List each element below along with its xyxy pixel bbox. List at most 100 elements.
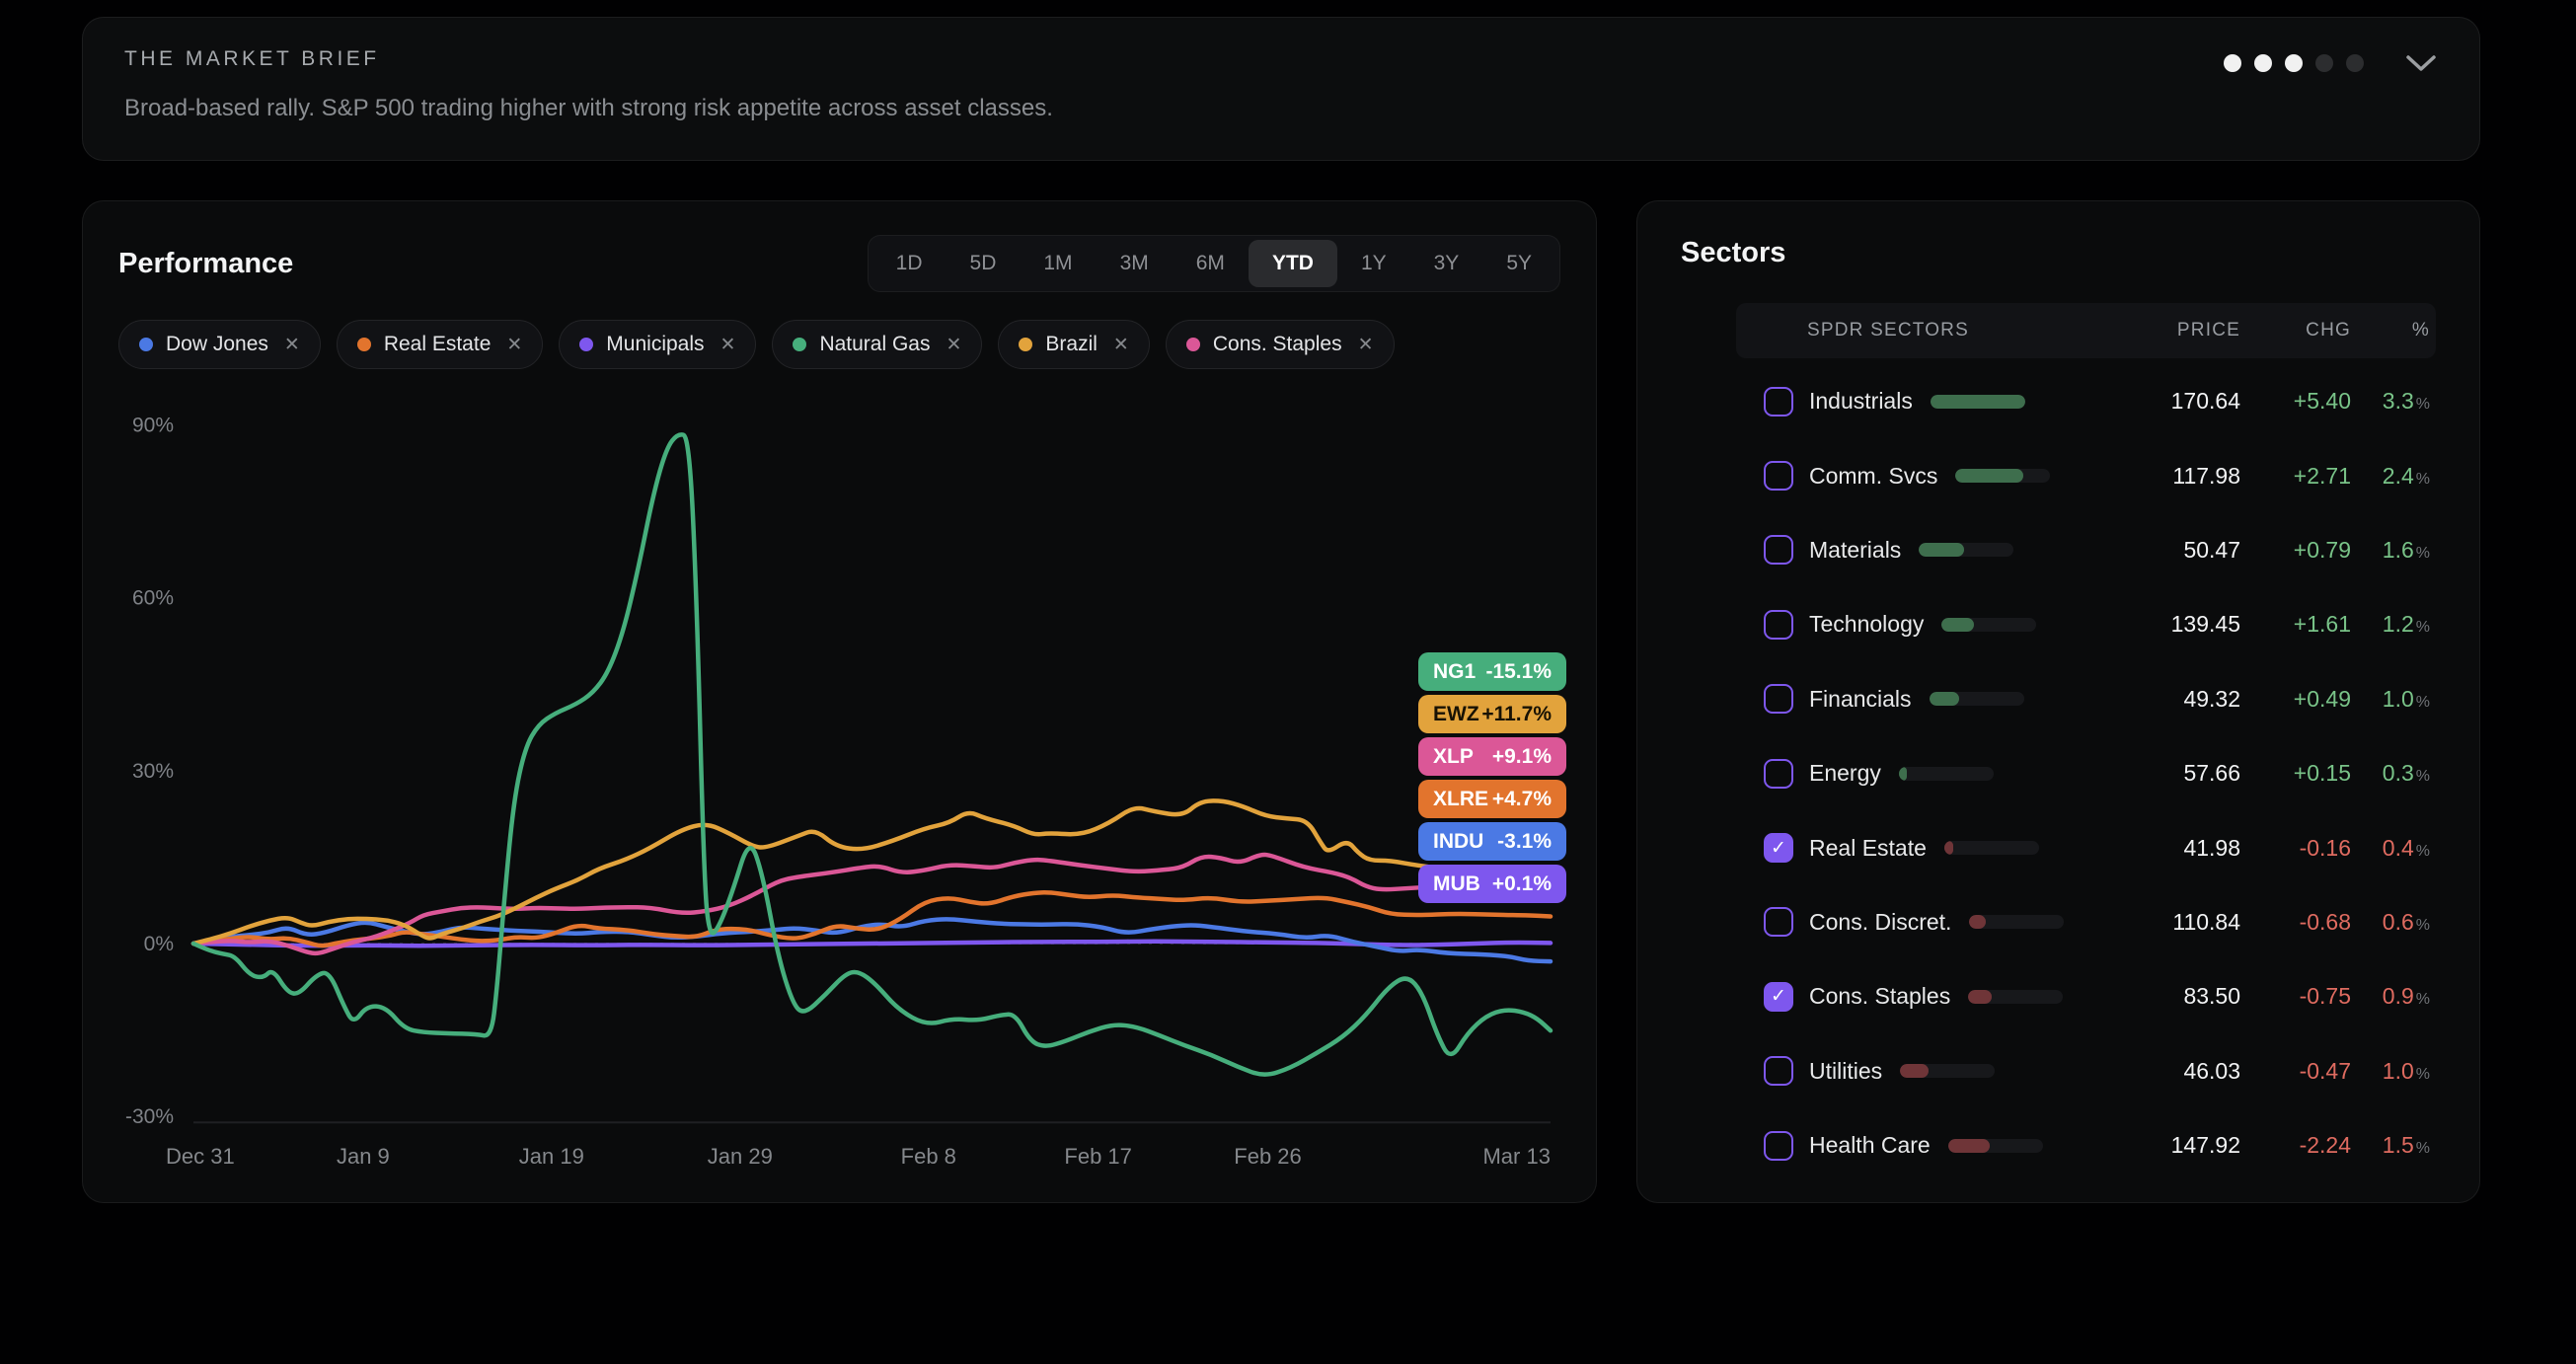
badge-value: +11.7% xyxy=(1481,703,1552,726)
close-icon[interactable]: ✕ xyxy=(506,334,522,356)
sector-price: 50.47 xyxy=(2134,537,2240,564)
tab-range-3m[interactable]: 3M xyxy=(1097,240,1173,287)
pager-dot[interactable] xyxy=(2285,54,2303,72)
series-line-xlre xyxy=(193,892,1551,946)
y-axis-tick: 90% xyxy=(132,414,174,436)
badge-ticker: EWZ xyxy=(1433,703,1479,726)
sector-change: -0.68 xyxy=(2240,909,2351,936)
chip-label: Real Estate xyxy=(384,333,492,356)
tab-range-3y[interactable]: 3Y xyxy=(1410,240,1483,287)
chip-natural-gas[interactable]: Natural Gas ✕ xyxy=(772,320,982,369)
sector-change: +0.79 xyxy=(2240,537,2351,564)
tab-range-5d[interactable]: 5D xyxy=(947,240,1021,287)
brief-subtitle: Broad-based rally. S&P 500 trading highe… xyxy=(124,95,1053,122)
sector-change: +5.40 xyxy=(2240,388,2351,415)
sector-checkbox[interactable] xyxy=(1764,759,1793,789)
x-axis-tick: Feb 17 xyxy=(1064,1144,1132,1169)
legend-badge-ng1[interactable]: NG1-15.1% xyxy=(1418,652,1566,691)
chevron-down-icon[interactable] xyxy=(2404,53,2438,73)
legend-badge-xlre[interactable]: XLRE+4.7% xyxy=(1418,780,1566,818)
sector-percent: 0.4% xyxy=(2351,835,2430,862)
sector-change: -0.16 xyxy=(2240,835,2351,862)
sectors-title: Sectors xyxy=(1681,237,2436,269)
sector-checkbox[interactable] xyxy=(1764,461,1793,491)
chip-dow-jones[interactable]: Dow Jones✕ xyxy=(118,320,321,369)
sector-price: 83.50 xyxy=(2134,983,2240,1010)
tab-range-1d[interactable]: 1D xyxy=(872,240,947,287)
x-axis-tick: Jan 9 xyxy=(337,1144,390,1169)
legend-badge-mub[interactable]: MUB+0.1% xyxy=(1418,865,1566,903)
tab-range-1m[interactable]: 1M xyxy=(1020,240,1096,287)
sector-checkbox[interactable] xyxy=(1764,907,1793,937)
pager-dot[interactable] xyxy=(2315,54,2333,72)
tab-range-1y[interactable]: 1Y xyxy=(1337,240,1410,287)
sector-percent: 0.3% xyxy=(2351,760,2430,787)
badge-value: +0.1% xyxy=(1492,872,1552,896)
sector-name: Comm. Svcs xyxy=(1809,463,1937,490)
x-axis-tick: Jan 29 xyxy=(708,1144,773,1169)
sector-change: +0.49 xyxy=(2240,686,2351,713)
sector-row-industrials: Industrials170.64+5.403.3% xyxy=(1736,364,2436,438)
sector-percent: 1.0% xyxy=(2351,686,2430,713)
sector-percent: 1.0% xyxy=(2351,1058,2430,1085)
sector-percent: 2.4% xyxy=(2351,463,2430,490)
performance-chart: 90%60%30%0%-30%Dec 31Jan 9Jan 19Jan 29Fe… xyxy=(83,565,1598,1196)
sector-row-energy: Energy57.66+0.150.3% xyxy=(1736,736,2436,810)
tab-range-ytd[interactable]: YTD xyxy=(1249,240,1337,287)
sector-price: 41.98 xyxy=(2134,835,2240,862)
sector-checkbox[interactable] xyxy=(1764,1131,1793,1161)
sector-price: 147.92 xyxy=(2134,1132,2240,1159)
series-line-ng1 xyxy=(193,434,1551,1074)
sector-percent: 3.3% xyxy=(2351,388,2430,415)
tab-range-5y[interactable]: 5Y xyxy=(1482,240,1555,287)
series-line-indu xyxy=(193,919,1551,961)
pager-dot[interactable] xyxy=(2224,54,2241,72)
sector-percent: 1.2% xyxy=(2351,611,2430,638)
x-axis-tick: Mar 13 xyxy=(1482,1144,1550,1169)
legend-badge-ewz[interactable]: EWZ+11.7% xyxy=(1418,695,1566,733)
close-icon[interactable]: ✕ xyxy=(720,334,736,356)
sector-price: 139.45 xyxy=(2134,611,2240,638)
legend-badge-xlp[interactable]: XLP+9.1% xyxy=(1418,737,1566,776)
sector-percent: 1.5% xyxy=(2351,1132,2430,1159)
sector-checkbox[interactable] xyxy=(1764,684,1793,714)
chip-label: Municipals xyxy=(606,333,704,356)
sector-mini-bar xyxy=(1899,767,1994,781)
close-icon[interactable]: ✕ xyxy=(1113,334,1129,356)
chip-cons-staples[interactable]: Cons. Staples ✕ xyxy=(1166,320,1395,369)
chip-real-estate[interactable]: Real Estate ✕ xyxy=(337,320,543,369)
x-axis-tick: Feb 8 xyxy=(901,1144,956,1169)
sector-checkbox[interactable] xyxy=(1764,535,1793,565)
chip-brazil[interactable]: Brazil ✕ xyxy=(998,320,1149,369)
check-icon: ✓ xyxy=(1771,839,1786,858)
pager-dots[interactable] xyxy=(2224,54,2364,72)
sector-price: 46.03 xyxy=(2134,1058,2240,1085)
sector-row-comm-svcs: Comm. Svcs117.98+2.712.4% xyxy=(1736,438,2436,512)
tab-range-6m[interactable]: 6M xyxy=(1173,240,1249,287)
chip-label: Brazil xyxy=(1045,333,1098,356)
sector-name: Utilities xyxy=(1809,1058,1882,1085)
sector-checkbox[interactable] xyxy=(1764,387,1793,417)
legend-badge-indu[interactable]: INDU-3.1% xyxy=(1418,822,1566,861)
sector-checkbox[interactable]: ✓ xyxy=(1764,982,1793,1012)
sector-checkbox[interactable] xyxy=(1764,610,1793,640)
sector-name: Cons. Discret. xyxy=(1809,909,1951,936)
chip-color-dot xyxy=(139,338,153,351)
pager-dot[interactable] xyxy=(2346,54,2364,72)
pager-dot[interactable] xyxy=(2254,54,2272,72)
header-pct: % xyxy=(2351,320,2430,341)
sector-checkbox[interactable] xyxy=(1764,1056,1793,1086)
sector-price: 110.84 xyxy=(2134,909,2240,936)
close-icon[interactable]: ✕ xyxy=(284,334,300,356)
sector-mini-bar xyxy=(1944,841,2039,855)
badge-value: +4.7% xyxy=(1492,788,1552,811)
sector-mini-bar xyxy=(1969,915,2064,929)
chip-label: Natural Gas xyxy=(819,333,930,356)
close-icon[interactable]: ✕ xyxy=(1358,334,1374,356)
sector-checkbox[interactable]: ✓ xyxy=(1764,833,1793,863)
chip-municipals[interactable]: Municipals ✕ xyxy=(559,320,756,369)
chip-color-dot xyxy=(793,338,806,351)
sector-mini-bar xyxy=(1941,618,2036,632)
chip-label: Cons. Staples xyxy=(1213,333,1342,356)
close-icon[interactable]: ✕ xyxy=(946,334,961,356)
